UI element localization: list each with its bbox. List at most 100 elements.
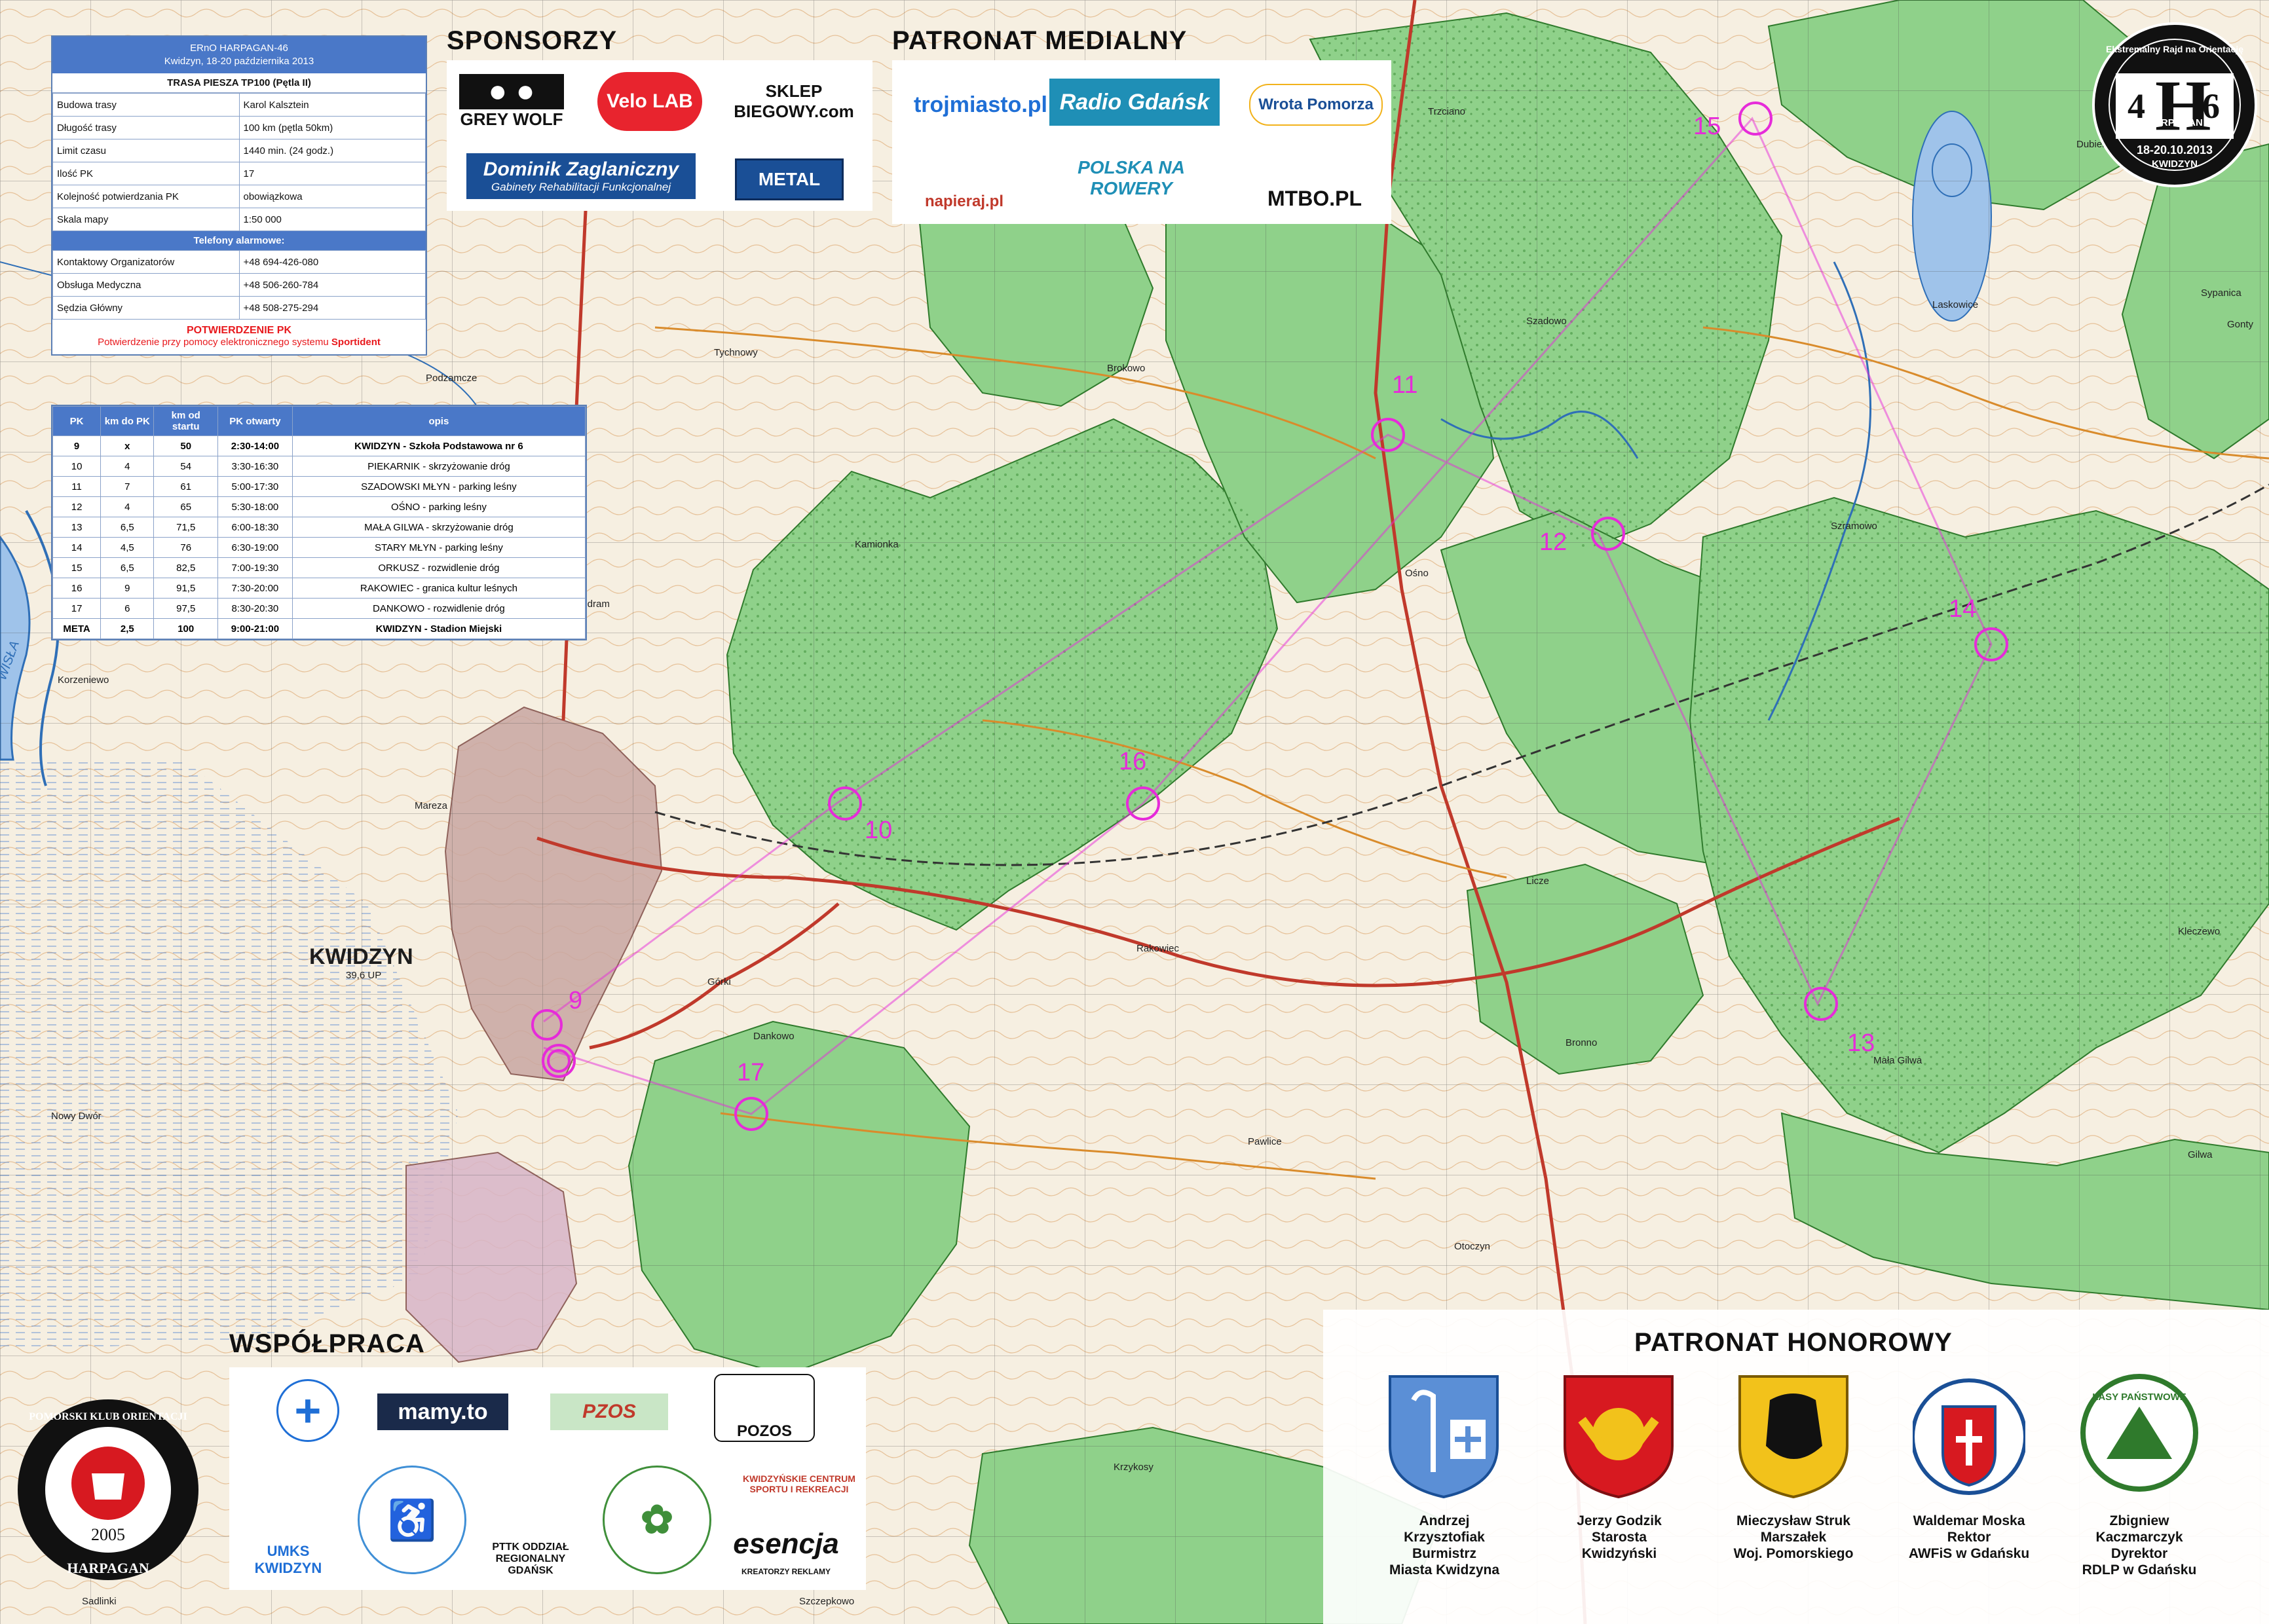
mtbo-logo: MTBO.PL	[1267, 187, 1362, 210]
info-value: 100 km (pętla 50km)	[238, 116, 426, 139]
place-sadlinki: Sadlinki	[82, 1596, 117, 1607]
cell-km-from: 54	[153, 456, 218, 477]
place-bronno: Bronno	[1566, 1037, 1597, 1048]
cell-open: 7:30-20:00	[217, 578, 293, 599]
place-mala-gilwa: Mała Gilwa	[1873, 1055, 1922, 1066]
info-label: Ilość PK	[52, 162, 240, 185]
checkpoint-table-panel: PK km do PK km od startu PK otwarty opis…	[51, 405, 587, 640]
phone-number: +48 694-426-080	[238, 250, 426, 274]
dominik-zaglaniczny-name: Dominik Zaglaniczny	[483, 158, 679, 180]
cell-km-from: 82,5	[153, 557, 218, 578]
place-kwidzyn-elevation: 39,6 UP	[346, 970, 381, 981]
info-row: Długość trasy 100 km (pętla 50km)	[52, 116, 426, 139]
place-korzeniewo: Korzeniewo	[58, 674, 109, 686]
dominik-zaglaniczny-logo: Dominik Zaglaniczny Gabinety Rehabilitac…	[466, 153, 696, 199]
pozos-logo: POZOS	[714, 1374, 815, 1442]
radio-gdansk-logo: Radio Gdańsk	[1049, 79, 1220, 126]
cell-open: 3:30-16:30	[217, 456, 293, 477]
table-row: 16 9 91,5 7:30-20:00 RAKOWIEC - granica kult…	[52, 578, 586, 599]
checkpoint-table: PK km do PK km od startu PK otwarty opis…	[52, 406, 586, 639]
cell-open: 8:30-20:30	[217, 598, 293, 619]
place-osno: Ośno	[1405, 568, 1429, 579]
dominik-zaglaniczny-sub: Gabinety Rehabilitacji Funkcjonalnej	[491, 181, 671, 193]
place-sypanica: Sypanica	[2201, 287, 2241, 299]
grey-wolf-text: GREY WOLF	[460, 109, 563, 129]
cell-km-from: 61	[153, 476, 218, 497]
cell-pk: 17	[52, 598, 102, 619]
checkpoint-table-header: PK km do PK km od startu PK otwarty opis	[52, 406, 586, 436]
sponsors-title: SPONSORZY	[447, 26, 618, 55]
cell-pk: 10	[52, 456, 102, 477]
table-row: 9 x 50 2:30-14:00 KWIDZYN - Szkoła Podstawow…	[52, 435, 586, 456]
header-km-from-start: km od startu	[153, 406, 218, 436]
trojmiasto-logo: trojmiasto.pl	[913, 92, 1048, 117]
place-tychnowy: Tychnowy	[714, 347, 758, 358]
info-label: Skala mapy	[52, 208, 240, 231]
phone-row: Sędzia Główny +48 508-275-294	[52, 296, 426, 320]
honorary-role: AWFiS w Gdańsku	[1908, 1546, 2030, 1561]
checkpoint-12-label: 12	[1539, 528, 1567, 556]
umks-logo: UMKS KWIDZYN	[254, 1543, 322, 1576]
cell-pk: META	[52, 618, 102, 639]
info-row: Skala mapy 1:50 000	[52, 208, 426, 231]
checkpoint-11-label: 11	[1392, 371, 1417, 399]
badge-right-number: 6	[2202, 86, 2220, 126]
honorary-role: Kwidzyński	[1581, 1546, 1657, 1561]
table-row: 11 7 61 5:00-17:30 SZADOWSKI MŁYN - parking …	[52, 476, 586, 497]
cell-desc: ORKUSZ - rozwidlenie dróg	[291, 557, 586, 578]
pomorski-klub-orientacji-logo: 2005 HARPAGAN POMORSKI KLUB ORIENTACJI	[18, 1399, 198, 1580]
place-brokowo: Brokowo	[1107, 363, 1145, 374]
place-kamionka: Kamionka	[855, 539, 899, 550]
wolf-face-icon: ● ●	[459, 73, 564, 109]
cell-km-to: 7	[100, 476, 155, 497]
honorary-title: PATRONAT HONOROWY	[1634, 1328, 1953, 1357]
cell-desc: KWIDZYN - Stadion Miejski	[291, 618, 586, 639]
cell-km-from: 76	[153, 537, 218, 558]
phone-number: +48 506-260-784	[238, 273, 426, 297]
cell-desc: PIEKARNIK - skrzyżowanie dróg	[291, 456, 586, 477]
polska-na-rowery-logo: POLSKA NA ROWERY	[1078, 157, 1185, 198]
info-row: Limit czasu 1440 min. (24 godz.)	[52, 139, 426, 162]
race-info-panel: ERnO HARPAGAN-46 Kwidzyn, 18-20 paździer…	[51, 35, 427, 356]
cell-km-to: 4	[100, 496, 155, 517]
place-nowy-dwor: Nowy Dwór	[51, 1111, 102, 1122]
medical-cross-icon: +	[276, 1379, 339, 1442]
info-value: 1440 min. (24 godz.)	[238, 139, 426, 162]
cooperation-box: + mamy.to PZOS POZOS UMKS KWIDZYN ♿ PTTK…	[229, 1367, 866, 1590]
cell-open: 7:00-19:30	[217, 557, 293, 578]
phone-label: Obsługa Medyczna	[52, 273, 240, 297]
media-title: PATRONAT MEDIALNY	[892, 26, 1188, 55]
event-date: Kwidzyn, 18-20 października 2013	[164, 56, 314, 67]
phone-label: Sędzia Główny	[52, 296, 240, 320]
place-szramowo: Szramowo	[1831, 521, 1877, 532]
mamy-to-logo: mamy.to	[377, 1393, 508, 1430]
kwidzyn-county-coat-of-arms-icon	[1564, 1375, 1674, 1499]
honorary-name: Mieczysław Struk	[1736, 1513, 1850, 1528]
lasy-panstwowe-text: LASY PAŃSTWOWE	[2092, 1392, 2186, 1403]
cell-open: 6:00-18:30	[217, 517, 293, 538]
cell-pk: 9	[52, 435, 102, 456]
place-licze: Licze	[1526, 876, 1549, 887]
info-value: 1:50 000	[238, 208, 426, 231]
honorary-caption-3: Mieczysław Struk Marszałek Woj. Pomorski…	[1728, 1513, 1859, 1562]
place-laskowice: Laskowice	[1932, 299, 1978, 310]
place-dankowo: Dankowo	[753, 1031, 795, 1042]
checkpoint-15-label: 15	[1693, 113, 1721, 140]
cell-open: 6:30-19:00	[217, 537, 293, 558]
table-row: 10 4 54 3:30-16:30 PIEKARNIK - skrzyżowanie …	[52, 456, 586, 477]
cell-pk: 11	[52, 476, 102, 497]
checkpoint-14-label: 14	[1949, 595, 1976, 623]
place-mareza: Mareza	[415, 800, 448, 811]
info-label: Limit czasu	[52, 139, 240, 162]
cell-open: 9:00-21:00	[217, 618, 293, 639]
honorary-role: Miasta Kwidzyna	[1389, 1562, 1500, 1578]
cooperation-title: WSPÓŁPRACA	[229, 1329, 425, 1358]
harpagan-46-badge: 4 H 6 HARPAGAN 18-20.10.2013 KWIDZYN Eks…	[2092, 22, 2257, 187]
cell-pk: 14	[52, 537, 102, 558]
wheelchair-icon: ♿	[358, 1466, 466, 1574]
club-ring-text: POMORSKI KLUB ORIENTACJI	[29, 1411, 187, 1422]
pzos-logo: PZOS	[550, 1393, 668, 1430]
cell-desc: RAKOWIEC - granica kultur leśnych	[291, 578, 586, 599]
stork-icon: ✿	[603, 1466, 711, 1574]
honorary-name: Waldemar Moska	[1913, 1513, 2025, 1528]
